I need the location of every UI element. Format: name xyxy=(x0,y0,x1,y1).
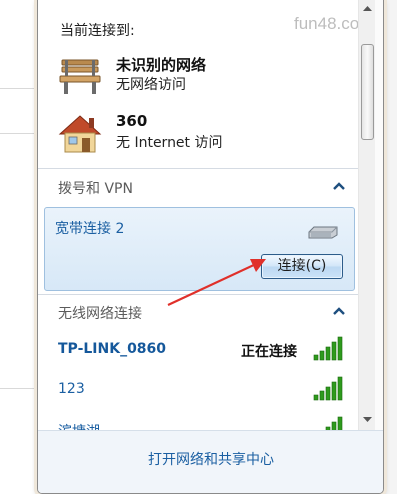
dialup-connection-item[interactable]: 宽带连接 2 连接(C) xyxy=(44,207,355,291)
signal-strength-icon xyxy=(313,336,343,361)
chevron-up-icon[interactable] xyxy=(332,306,346,316)
scroll-down-icon[interactable] xyxy=(359,411,376,428)
network-status: 无 Internet 访问 xyxy=(116,135,223,151)
open-network-sharing-center-link[interactable]: 打开网络和共享中心 xyxy=(38,449,383,469)
connect-button[interactable]: 连接(C) xyxy=(261,254,343,279)
network-list: 当前连接到: fun48.com 未识别的网络 无网络访问 xyxy=(38,0,358,430)
background-divider xyxy=(0,88,37,89)
background-divider xyxy=(0,388,37,389)
network-name: 未识别的网络 xyxy=(116,56,207,74)
network-name: 360 xyxy=(116,112,148,130)
wifi-ssid: 滨塘湖 xyxy=(58,421,100,430)
background-scroll-edge xyxy=(384,0,397,494)
dialup-connection-name: 宽带连接 2 xyxy=(55,221,125,237)
dialup-header-label: 拨号和 VPN xyxy=(58,181,133,197)
bench-icon xyxy=(59,59,101,94)
scroll-up-icon[interactable] xyxy=(359,0,376,17)
connected-network-1[interactable]: 未识别的网络 无网络访问 xyxy=(38,52,358,108)
dialup-section-header[interactable]: 拨号和 VPN xyxy=(38,169,358,205)
wifi-ssid: 123 xyxy=(58,381,85,397)
connected-title: 当前连接到: xyxy=(60,23,135,39)
flyout-footer: 打开网络和共享中心 xyxy=(38,430,383,493)
network-status: 无网络访问 xyxy=(116,77,186,93)
house-icon xyxy=(58,115,102,153)
scrollbar-thumb[interactable] xyxy=(361,44,374,140)
wireless-section-header[interactable]: 无线网络连接 xyxy=(38,294,358,330)
signal-strength-icon xyxy=(325,416,343,430)
watermark: fun48.com xyxy=(294,14,358,33)
vertical-scrollbar[interactable] xyxy=(358,0,375,430)
wifi-connecting-status: 正在连接 xyxy=(241,344,297,360)
chevron-up-icon[interactable] xyxy=(332,181,346,191)
wifi-ssid: TP-LINK_0860 xyxy=(58,341,167,357)
modem-icon xyxy=(308,226,338,239)
wifi-network-item[interactable]: 滨塘湖 xyxy=(38,414,358,430)
connected-network-2[interactable]: 360 无 Internet 访问 xyxy=(38,110,358,166)
background-divider xyxy=(0,133,37,134)
wifi-network-item[interactable]: TP-LINK_0860 正在连接 xyxy=(38,334,358,370)
wireless-header-label: 无线网络连接 xyxy=(58,306,142,322)
signal-strength-icon xyxy=(313,376,343,401)
network-flyout: 当前连接到: fun48.com 未识别的网络 无网络访问 xyxy=(37,0,384,494)
wifi-network-item[interactable]: 123 xyxy=(38,374,358,410)
